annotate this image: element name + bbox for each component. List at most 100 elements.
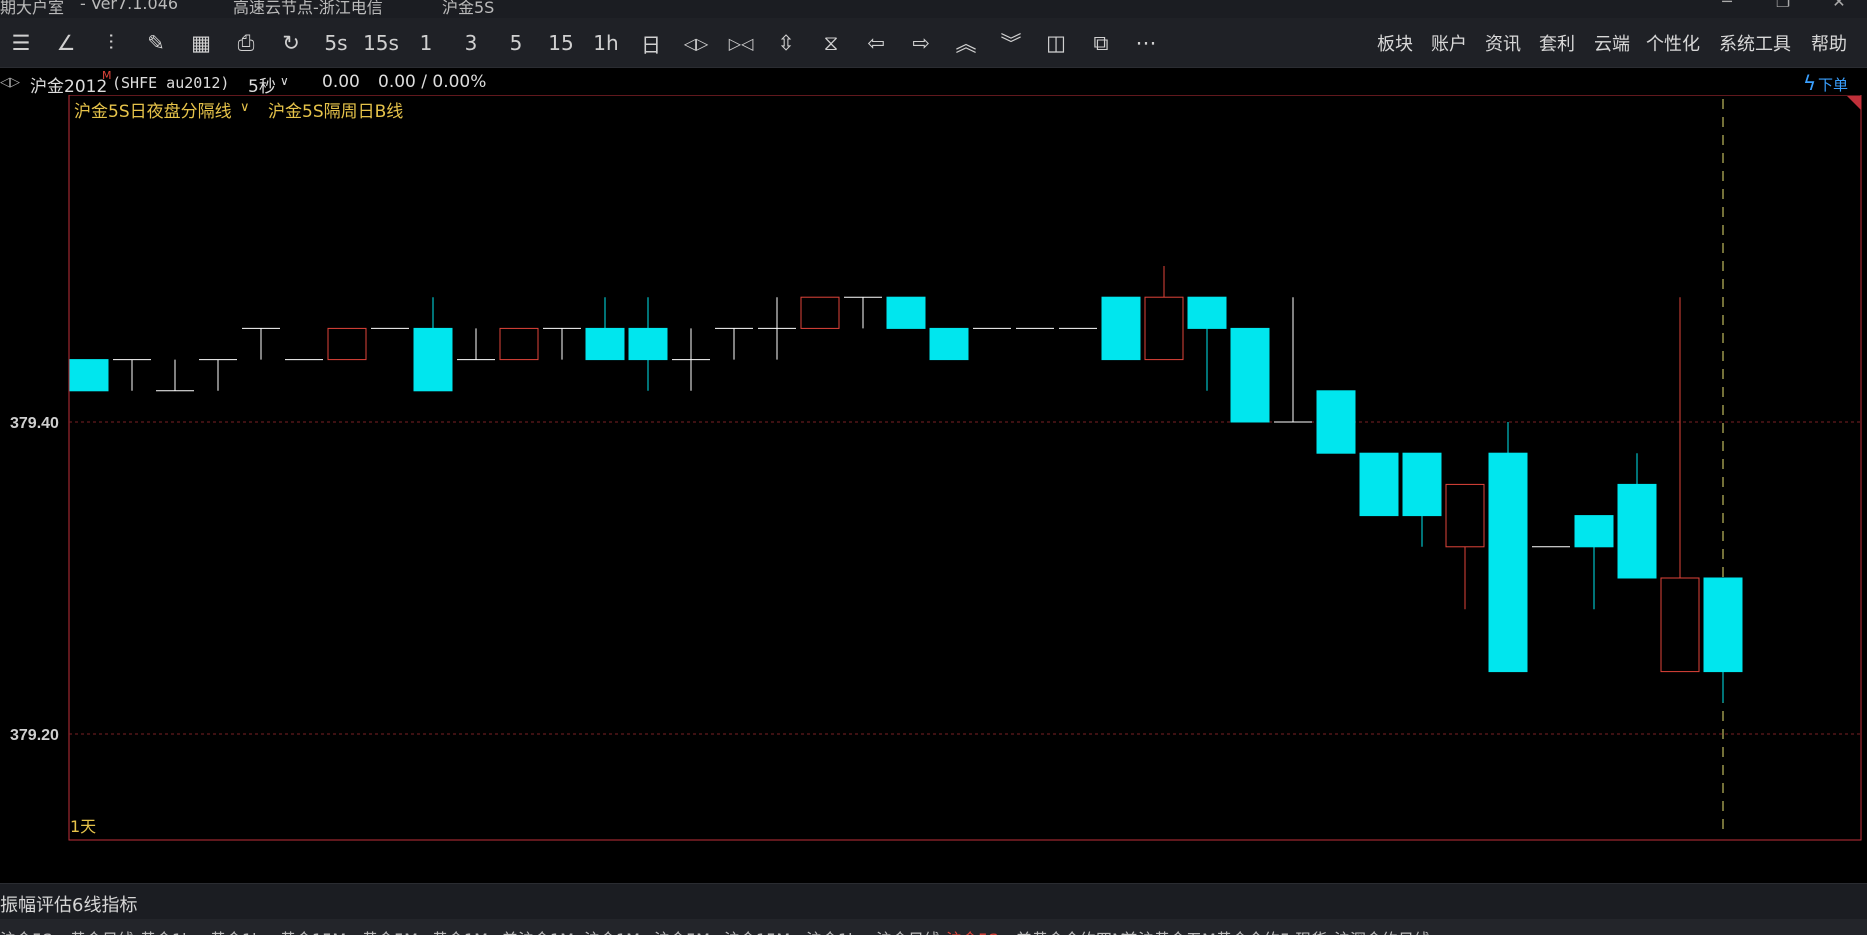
menu-cloud[interactable]: 云端 [1594, 30, 1630, 56]
period-5s[interactable]: 5s [319, 28, 353, 58]
compress-horizontal-icon[interactable]: ▷◁ [724, 28, 758, 58]
period-15s[interactable]: 15s [363, 28, 399, 58]
symbol-tab[interactable]: 沪金1M [584, 926, 640, 935]
last-price: 0.00 [322, 72, 360, 92]
close-icon[interactable]: ✕ [1824, 0, 1854, 14]
price-change: 0.00 / 0.00% [378, 72, 487, 92]
compress-vertical-icon[interactable]: ⧖ [814, 28, 848, 58]
save-icon[interactable]: ⎙ [229, 28, 263, 58]
chart-area[interactable]: 379.40 379.20 1天 [0, 95, 1867, 855]
candle-body-down [1574, 515, 1614, 548]
symbol-tab[interactable]: 黄金1h [140, 926, 192, 935]
arrow-left-icon[interactable]: ⇦ [859, 28, 893, 58]
legend-weekly-line[interactable]: 沪金5S隔周日B线 [268, 97, 403, 122]
menu-system-tools[interactable]: 系统工具 [1719, 30, 1791, 56]
candle-body-up [1445, 483, 1485, 548]
legend-dropdown-icon[interactable]: ∨ [240, 100, 250, 115]
calculator-icon[interactable]: ▦ [184, 28, 218, 58]
symbol-code: (SHFE au2012) [112, 74, 230, 92]
period-1h[interactable]: 1h [589, 28, 623, 58]
symbol-tab[interactable]: 黄金1M [432, 926, 488, 935]
chevron-up-double-icon[interactable]: ︽ [949, 28, 983, 58]
symbol-name[interactable]: 沪金2012 [30, 72, 107, 97]
candle-body-down [628, 327, 668, 361]
indicator-name[interactable]: 振幅评估6线指标 [0, 891, 137, 917]
symbol-tabs-bar: 沪金5S黄金日线黄金1h黄金1h黄金15M黄金5M黄金1M美沪金1M沪金1M沪金… [0, 919, 1867, 935]
menu-personalize[interactable]: 个性化 [1646, 30, 1700, 56]
plot-border [68, 95, 1862, 841]
layout-panel-icon[interactable]: ◫ [1039, 28, 1073, 58]
candle-body-up [1660, 577, 1700, 673]
candle-body-up [800, 296, 840, 329]
candle-body-up [1144, 296, 1184, 361]
toolbar: ☰ ∠ ⫶ ✎ ▦ ⎙ ↻ 5s 15s 1 3 5 15 1h 日 ◁▷ ▷◁… [0, 18, 1867, 68]
symbol-tab[interactable]: 沪深金约日线 [1334, 926, 1430, 935]
chevron-down-double-icon[interactable]: ︾ [994, 28, 1028, 58]
symbol-tab[interactable]: 黄金15M [280, 926, 346, 935]
candle-body-down [1230, 327, 1270, 423]
window-stack-icon[interactable]: ⧉ [1084, 28, 1118, 58]
candle-body-down [886, 296, 926, 329]
menu-sector[interactable]: 板块 [1377, 30, 1413, 56]
candle-body-down [929, 327, 969, 361]
price-tick-label: 379.40 [10, 415, 59, 432]
symbol-tab[interactable]: 黄金1h [210, 926, 262, 935]
lightning-icon[interactable]: ϟ [1803, 71, 1816, 95]
period-select[interactable]: 5秒 [248, 72, 276, 97]
period-day[interactable]: 日 [634, 28, 668, 58]
line-chart-icon[interactable]: ∠ [49, 28, 83, 58]
legend-session-divider[interactable]: 沪金5S日夜盘分隔线 [74, 97, 232, 122]
symbol-tab[interactable]: 沪金日线 [876, 926, 940, 935]
symbol-main-mark: M [102, 69, 112, 82]
menu-account[interactable]: 账户 [1431, 30, 1467, 56]
expand-vertical-icon[interactable]: ⇳ [769, 28, 803, 58]
symbol-tab[interactable]: 黄金日线 [70, 926, 134, 935]
symbol-tab[interactable]: 沪金5S [0, 926, 52, 935]
period-3[interactable]: 3 [454, 28, 488, 58]
back-forward-icon[interactable]: ◁▷ [0, 75, 20, 90]
period-15[interactable]: 15 [544, 28, 578, 58]
symbol-tab[interactable]: 美黄金今约四M [1016, 926, 1126, 935]
period-1[interactable]: 1 [409, 28, 443, 58]
window-symbol: 沪金5S [442, 0, 495, 17]
app-version: - Ver7.1.046 [80, 0, 179, 13]
menu-arbitrage[interactable]: 套利 [1539, 30, 1575, 56]
more-icon[interactable]: ⋯ [1129, 28, 1163, 58]
period-5[interactable]: 5 [499, 28, 533, 58]
symbol-tab[interactable]: 美沪金1M [502, 926, 574, 935]
candle-body-up [499, 327, 539, 361]
refresh-icon[interactable]: ↻ [274, 28, 308, 58]
symbol-tab[interactable]: 黄金5M [362, 926, 418, 935]
symbol-tab[interactable]: 沪金15M [724, 926, 790, 935]
candlestick-chart[interactable]: 379.40 379.20 1天 [0, 95, 1867, 855]
quick-order-button[interactable]: 下单 [1818, 74, 1848, 95]
list-icon[interactable]: ☰ [4, 28, 38, 58]
symbol-tab[interactable]: 沪金1h [806, 926, 858, 935]
minimize-icon[interactable]: ─ [1712, 0, 1742, 14]
candlestick-icon[interactable]: ⫶ [94, 28, 128, 58]
symbol-tab[interactable]: 黄金今约5 现货 [1216, 926, 1327, 935]
menu-news[interactable]: 资讯 [1485, 30, 1521, 56]
maximize-icon[interactable]: ❐ [1768, 0, 1798, 14]
arrow-right-icon[interactable]: ⇨ [904, 28, 938, 58]
menu-help[interactable]: 帮助 [1811, 30, 1847, 56]
candle-body-down [1488, 452, 1528, 673]
draw-tool-icon[interactable]: ✎ [139, 28, 173, 58]
symbol-info-bar: ◁▷ 沪金2012 M (SHFE au2012) 5秒 ∨ 0.00 0.00… [0, 69, 1867, 97]
candle-body-down [69, 359, 109, 392]
candle-body-down [1703, 577, 1743, 673]
candle-body-down [1359, 452, 1399, 517]
symbol-tab[interactable]: 沪金5S [946, 926, 998, 935]
symbol-tab[interactable]: 沪金5M [654, 926, 710, 935]
server-node: 高速云节点-浙江电信 [233, 0, 383, 17]
candle-body-down [1101, 296, 1141, 361]
candle-body-down [1402, 452, 1442, 517]
range-label: 1天 [70, 817, 96, 836]
candle-body-up [327, 327, 367, 361]
expand-horizontal-icon[interactable]: ◁▷ [679, 28, 713, 58]
chevron-down-icon[interactable]: ∨ [280, 74, 289, 88]
symbol-tab[interactable]: 美沪黄金五M [1122, 926, 1216, 935]
corner-marker [1847, 96, 1861, 110]
price-tick-label: 379.20 [10, 727, 59, 744]
indicator-bar[interactable]: 振幅评估6线指标 [0, 883, 1867, 919]
